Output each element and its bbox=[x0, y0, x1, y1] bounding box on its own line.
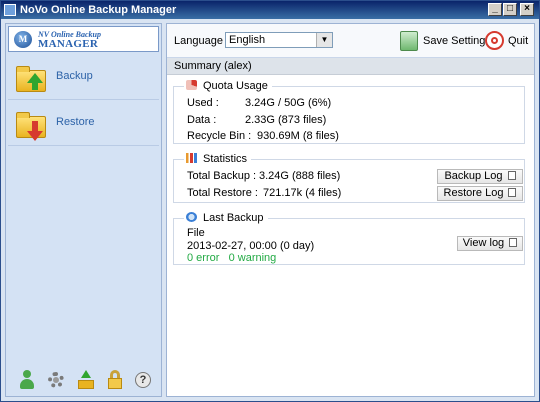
minimize-button[interactable]: _ bbox=[488, 3, 502, 16]
error-count: 0 error bbox=[187, 252, 220, 264]
user-icon[interactable] bbox=[18, 370, 36, 390]
group-title: Statistics bbox=[184, 153, 252, 165]
data-row: Data : 2.33G (873 files) bbox=[187, 114, 326, 126]
close-button[interactable]: × bbox=[520, 3, 534, 16]
total-backup-row: Total Backup :3.24G (888 files) bbox=[187, 170, 340, 182]
document-icon bbox=[507, 171, 516, 180]
folder-upload-icon bbox=[16, 66, 46, 92]
backup-log-button[interactable]: Backup Log bbox=[437, 169, 523, 184]
recycle-value: 930.69M (8 files) bbox=[257, 130, 339, 142]
recycle-label: Recycle Bin : bbox=[187, 130, 252, 142]
toolbar: Language : English ▼ Save Setting Quit bbox=[167, 24, 534, 58]
view-log-button[interactable]: View log bbox=[457, 236, 523, 251]
backup-log-label: Backup Log bbox=[444, 170, 503, 182]
app-icon bbox=[4, 4, 16, 16]
summary-title: Summary (alex) bbox=[174, 60, 252, 72]
logo-line2: MANAGER bbox=[38, 38, 99, 50]
used-row: Used : 3.24G / 50G (6%) bbox=[187, 97, 331, 109]
backup-result: 0 error 0 warning bbox=[187, 252, 276, 264]
clock-icon bbox=[186, 212, 197, 222]
total-backup-label: Total Backup : bbox=[187, 170, 257, 182]
restore-log-button[interactable]: Restore Log bbox=[437, 186, 523, 201]
total-restore-value: 721.17k (4 files) bbox=[263, 187, 342, 199]
sidebar-item-label: Backup bbox=[56, 70, 93, 82]
quit-icon[interactable] bbox=[485, 31, 504, 50]
help-icon[interactable]: ? bbox=[134, 370, 152, 390]
upload-icon[interactable] bbox=[77, 370, 95, 390]
quota-title: Quota Usage bbox=[203, 80, 268, 92]
pie-chart-icon bbox=[186, 80, 197, 90]
warning-count: 0 warning bbox=[228, 252, 277, 264]
maximize-button[interactable]: □ bbox=[503, 3, 517, 16]
used-value: 3.24G / 50G (6%) bbox=[245, 97, 332, 109]
window-title: NoVo Online Backup Manager bbox=[20, 4, 177, 16]
recycle-row: Recycle Bin : 930.69M (8 files) bbox=[187, 130, 339, 142]
bar-chart-icon bbox=[186, 153, 197, 163]
gear-icon[interactable] bbox=[47, 370, 65, 390]
last-backup-title: Last Backup bbox=[203, 212, 264, 224]
sidebar-item-label: Restore bbox=[56, 116, 95, 128]
document-icon bbox=[509, 238, 518, 247]
save-setting-icon[interactable] bbox=[400, 31, 418, 51]
sidebar: M NV Online Backup MANAGER Backup Restor… bbox=[5, 23, 162, 397]
restore-log-label: Restore Log bbox=[443, 187, 504, 199]
folder-download-icon bbox=[16, 112, 46, 141]
view-log-label: View log bbox=[462, 237, 505, 249]
data-label: Data : bbox=[187, 114, 217, 126]
title-bar[interactable]: NoVo Online Backup Manager _ □ × bbox=[1, 1, 539, 19]
summary-header: Summary (alex) bbox=[167, 58, 534, 75]
sidebar-item-backup[interactable]: Backup bbox=[8, 56, 159, 100]
used-label: Used : bbox=[187, 97, 219, 109]
statistics-group: Statistics Total Backup :3.24G (888 file… bbox=[173, 153, 525, 203]
total-restore-label: Total Restore : bbox=[187, 187, 258, 199]
backup-datetime: 2013-02-27, 00:00 (0 day) bbox=[187, 240, 315, 252]
chevron-down-icon[interactable]: ▼ bbox=[316, 33, 332, 47]
logo-mark-icon: M bbox=[14, 31, 32, 48]
group-title: Quota Usage bbox=[184, 80, 272, 92]
quota-usage-group: Quota Usage Used : 3.24G / 50G (6%) Data … bbox=[173, 80, 525, 144]
sidebar-item-restore[interactable]: Restore bbox=[8, 102, 159, 146]
main-panel: Language : English ▼ Save Setting Quit S… bbox=[166, 23, 535, 397]
total-backup-value: 3.24G (888 files) bbox=[259, 170, 341, 182]
app-logo: M NV Online Backup MANAGER bbox=[8, 26, 159, 52]
total-restore-row: Total Restore : 721.17k (4 files) bbox=[187, 187, 341, 199]
language-value: English bbox=[229, 34, 266, 46]
quit-button[interactable]: Quit bbox=[508, 35, 528, 47]
language-label: Language : bbox=[174, 35, 230, 47]
backup-type: File bbox=[187, 227, 205, 239]
data-value: 2.33G (873 files) bbox=[245, 114, 327, 126]
statistics-title: Statistics bbox=[203, 153, 248, 165]
lock-icon[interactable] bbox=[106, 370, 124, 390]
document-icon bbox=[508, 188, 517, 197]
app-window: NoVo Online Backup Manager _ □ × M NV On… bbox=[0, 0, 540, 402]
group-title: Last Backup bbox=[184, 212, 268, 224]
language-select[interactable]: English ▼ bbox=[225, 32, 333, 48]
save-setting-button[interactable]: Save Setting bbox=[423, 35, 485, 47]
last-backup-group: Last Backup File 2013-02-27, 00:00 (0 da… bbox=[173, 212, 525, 265]
